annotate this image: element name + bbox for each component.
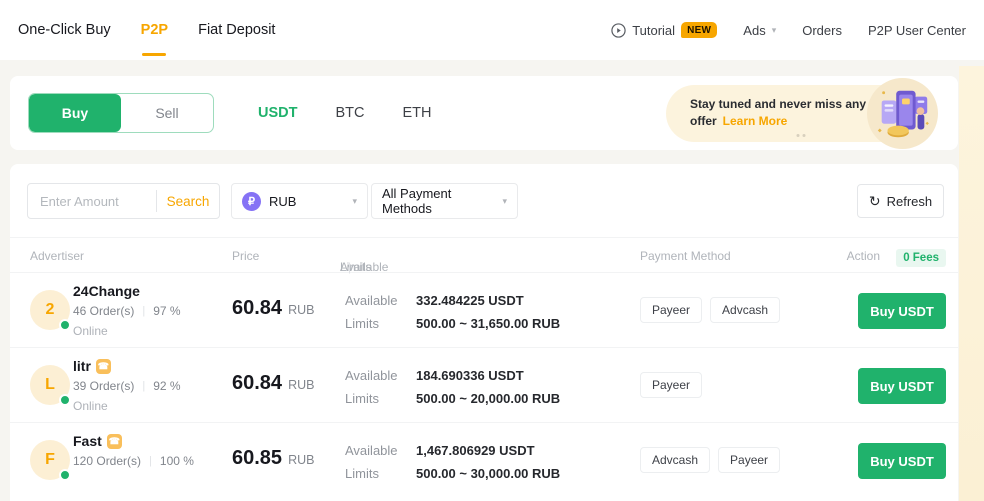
carousel-dots [797, 134, 806, 137]
tab-one-click-buy[interactable]: One-Click Buy [18, 0, 111, 60]
zero-fees-badge: 0 Fees [896, 249, 946, 267]
advertiser-name[interactable]: litr ☎ [73, 358, 111, 374]
payment-chip: Payeer [640, 372, 702, 398]
nav-tabs: One-Click Buy P2P Fiat Deposit [18, 0, 275, 60]
orders-label: Orders [802, 23, 842, 38]
buy-usdt-button[interactable]: Buy USDT [858, 443, 946, 479]
new-badge: NEW [681, 22, 717, 38]
payment-chips: Payeer Advcash [640, 297, 780, 323]
chevron-down-icon: ▾ [352, 196, 357, 207]
tutorial-label: Tutorial [632, 23, 675, 38]
ads-label: Ads [743, 23, 765, 38]
ads-menu[interactable]: Ads ▾ [743, 23, 776, 38]
online-status-dot [59, 469, 71, 481]
available-limits-labels: Available Limits [345, 289, 398, 335]
buy-toggle[interactable]: Buy [29, 94, 121, 132]
p2p-page: One-Click Buy P2P Fiat Deposit Tutorial … [0, 0, 984, 501]
avatar[interactable]: L [30, 365, 70, 405]
chevron-down-icon: ▾ [502, 196, 507, 207]
verified-merchant-icon: ☎ [96, 359, 111, 374]
payment-chip: Payeer [640, 297, 702, 323]
payment-chips: Payeer [640, 372, 702, 398]
promo-banner[interactable]: Stay tuned and never miss any offerLearn… [666, 85, 936, 142]
advertiser-stats: 46 Order(s) | 97 % [73, 304, 181, 318]
payment-method-select[interactable]: All Payment Methods ▾ [371, 183, 518, 219]
tab-btc[interactable]: BTC [335, 105, 364, 121]
header-price: Price [232, 249, 259, 263]
advertiser-name[interactable]: 24Change [73, 283, 140, 299]
learn-more-link[interactable]: Learn More [723, 114, 788, 128]
coin-tabs: USDT BTC ETH [258, 105, 431, 121]
sell-toggle[interactable]: Sell [121, 94, 213, 132]
offers-card: Search ₽ RUB ▾ All Payment Methods ▾ ↻ R… [10, 164, 958, 501]
table-row: 2 24Change 46 Order(s) | 97 % Online 60.… [10, 273, 958, 348]
play-circle-icon [611, 23, 626, 38]
right-decorative-strip [959, 66, 984, 501]
payment-method-value: All Payment Methods [382, 186, 502, 216]
promo-illustration-icon [867, 78, 938, 149]
chevron-down-icon: ▾ [772, 25, 777, 36]
available-limits-labels: Available Limits [345, 364, 398, 410]
price-cell: 60.84 RUB [232, 372, 314, 395]
buy-sell-toggle: Buy Sell [28, 93, 214, 133]
header-payment-method: Payment Method [640, 249, 731, 263]
ruble-icon: ₽ [242, 192, 261, 211]
buy-usdt-button[interactable]: Buy USDT [858, 293, 946, 329]
tab-fiat-deposit[interactable]: Fiat Deposit [198, 0, 275, 60]
table-row: L litr ☎ 39 Order(s) | 92 % Online 60.84… [10, 348, 958, 423]
advertiser-stats: 39 Order(s) | 92 % [73, 379, 181, 393]
payment-chip: Advcash [710, 297, 780, 323]
price-cell: 60.85 RUB [232, 447, 314, 470]
online-status: Online [73, 324, 108, 338]
table-header: Advertiser Price Available|Limits Paymen… [10, 237, 958, 273]
filter-bar: Search ₽ RUB ▾ All Payment Methods ▾ ↻ R… [10, 164, 958, 237]
currency-value: RUB [269, 194, 296, 209]
tab-eth[interactable]: ETH [402, 105, 431, 121]
refresh-icon: ↻ [869, 193, 881, 210]
nav-actions: Tutorial NEW Ads ▾ Orders P2P User Cente… [611, 0, 966, 60]
advertiser-stats: 120 Order(s) | 100 % [73, 454, 194, 468]
available-limits-labels: Available Limits [345, 439, 398, 485]
online-status: Online [73, 399, 108, 413]
table-row: F Fast ☎ 120 Order(s) | 100 % 60.85 RUB … [10, 423, 958, 498]
available-limits-values: 184.690336 USDT 500.00 ~ 20,000.00 RUB [416, 364, 560, 410]
buy-usdt-button[interactable]: Buy USDT [858, 368, 946, 404]
online-status-dot [59, 319, 71, 331]
tab-p2p[interactable]: P2P [141, 0, 168, 60]
advertiser-name[interactable]: Fast ☎ [73, 433, 122, 449]
search-button[interactable]: Search [157, 194, 219, 209]
payment-chip: Payeer [718, 447, 780, 473]
available-limits-values: 332.484225 USDT 500.00 ~ 31,650.00 RUB [416, 289, 560, 335]
tab-usdt[interactable]: USDT [258, 105, 297, 121]
top-navigation: One-Click Buy P2P Fiat Deposit Tutorial … [0, 0, 984, 60]
header-advertiser: Advertiser [30, 249, 84, 263]
available-limits-values: 1,467.806929 USDT 500.00 ~ 30,000.00 RUB [416, 439, 560, 485]
amount-input[interactable] [28, 194, 156, 209]
trade-selector-card: Buy Sell USDT BTC ETH Stay tuned and nev… [10, 76, 958, 150]
tutorial-link[interactable]: Tutorial NEW [611, 22, 717, 38]
user-center-label: P2P User Center [868, 23, 966, 38]
avatar[interactable]: 2 [30, 290, 70, 330]
verified-merchant-icon: ☎ [107, 434, 122, 449]
payment-chip: Advcash [640, 447, 710, 473]
price-cell: 60.84 RUB [232, 297, 314, 320]
payment-chips: Advcash Payeer [640, 447, 780, 473]
orders-link[interactable]: Orders [802, 23, 842, 38]
online-status-dot [59, 394, 71, 406]
refresh-label: Refresh [887, 194, 933, 209]
amount-search-group: Search [27, 183, 220, 219]
currency-select[interactable]: ₽ RUB ▾ [231, 183, 368, 219]
p2p-user-center-link[interactable]: P2P User Center [868, 23, 966, 38]
refresh-button[interactable]: ↻ Refresh [857, 184, 944, 218]
header-action: Action [847, 249, 880, 263]
avatar[interactable]: F [30, 440, 70, 480]
promo-text: Stay tuned and never miss any offerLearn… [666, 85, 876, 130]
